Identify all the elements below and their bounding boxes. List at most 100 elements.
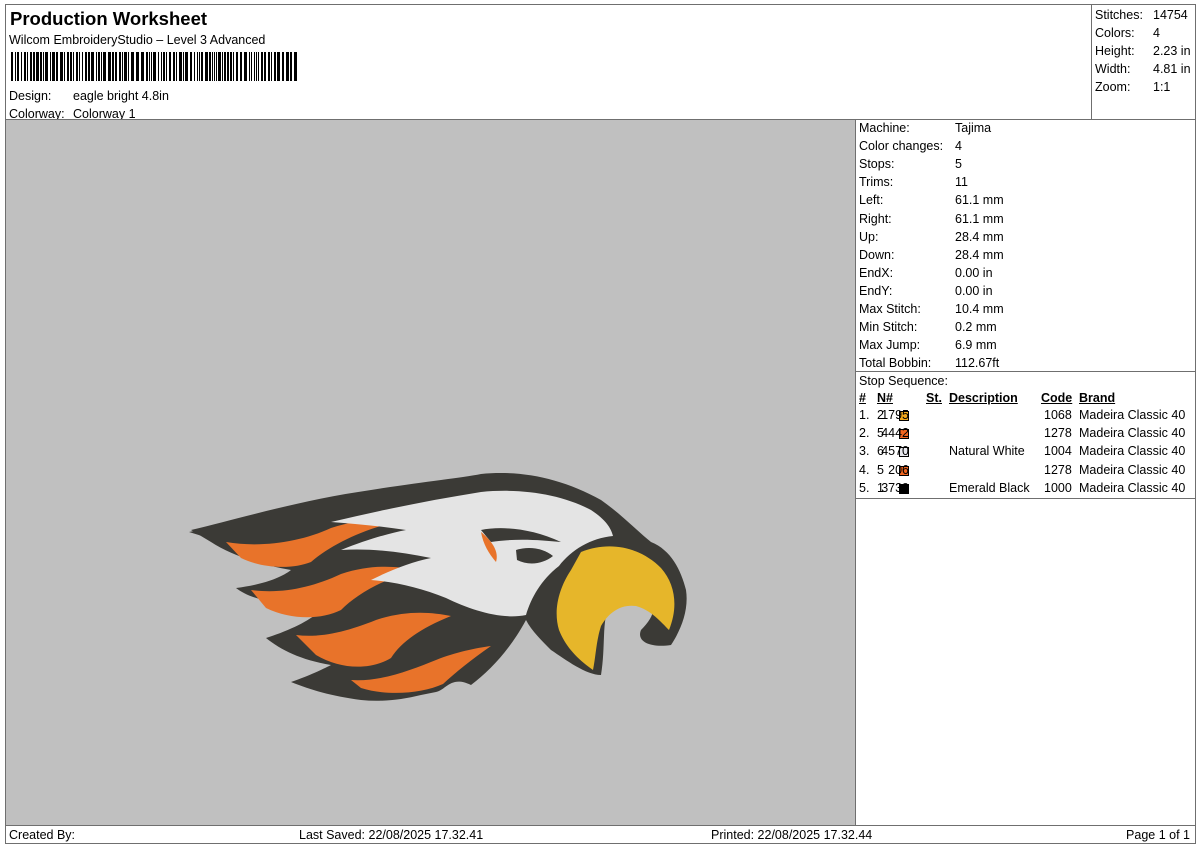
barcode xyxy=(11,52,297,81)
stop-code: 1004 xyxy=(1044,444,1072,459)
barcode-bar xyxy=(224,52,226,81)
barcode-bar xyxy=(294,52,297,81)
summary-value: 2.23 in xyxy=(1153,44,1191,58)
software-name: Wilcom EmbroideryStudio – Level 3 Advanc… xyxy=(9,33,266,47)
col-n-header: N# xyxy=(877,391,893,405)
barcode-bar xyxy=(50,52,51,81)
machine-info-label: Trims: xyxy=(859,175,894,190)
stop-brand: Madeira Classic 40 xyxy=(1079,480,1186,495)
printed-date: Printed: 22/08/2025 17.32.44 xyxy=(711,828,873,842)
summary-height: Height: 2.23 in xyxy=(1095,44,1191,58)
machine-info-row: Max Jump: 6.9 mm xyxy=(859,338,997,352)
barcode-bar xyxy=(33,52,35,81)
barcode-bar xyxy=(173,52,175,81)
summary-label: Width: xyxy=(1095,62,1131,76)
last-saved: Last Saved: 22/08/2025 17.32.41 xyxy=(299,828,484,842)
stop-sequence-row: 5. 1 3739 Emerald Black 1000 Madeira Classic … xyxy=(856,481,1196,499)
barcode-bar xyxy=(233,52,234,81)
summary-zoom: Zoom: 1:1 xyxy=(1095,80,1170,94)
barcode-bar xyxy=(15,52,16,81)
summary-value: 14754 xyxy=(1153,8,1188,22)
barcode-bar xyxy=(258,52,259,81)
machine-info-value: 10.4 mm xyxy=(955,302,1004,316)
machine-info-value: 61.1 mm xyxy=(955,211,1004,226)
barcode-bar xyxy=(40,52,42,81)
stop-stitches: 3739 xyxy=(881,480,909,495)
barcode-bar xyxy=(163,52,165,81)
machine-info-row: Right: 61.1 mm xyxy=(859,212,1004,226)
barcode-bar xyxy=(11,52,13,81)
stop-num: 4. xyxy=(859,462,870,477)
barcode-bar xyxy=(254,52,255,81)
barcode-bar xyxy=(131,52,134,81)
machine-info-label: Left: xyxy=(859,193,884,208)
barcode-bar xyxy=(45,52,48,81)
stop-num: 1. xyxy=(859,408,870,422)
col-st-header: St. xyxy=(926,391,942,405)
barcode-bar xyxy=(205,52,208,81)
barcode-bar xyxy=(158,52,159,81)
barcode-bar xyxy=(151,52,152,81)
barcode-bar xyxy=(146,52,148,81)
machine-info-panel: Machine: Tajima Color changes: 4 Stops: 5 Trim… xyxy=(855,119,1196,826)
barcode-bar xyxy=(115,52,117,81)
barcode-bar xyxy=(194,52,195,81)
page-number: Page 1 of 1 xyxy=(1126,828,1190,842)
col-brand-header: Brand xyxy=(1079,391,1116,405)
machine-info-label: Min Stitch: xyxy=(859,320,918,335)
worksheet-header: Production Worksheet Wilcom EmbroiderySt… xyxy=(5,4,1092,121)
machine-info-row: Stops: 5 xyxy=(859,157,962,171)
barcode-bar xyxy=(91,52,94,81)
barcode-bar xyxy=(214,52,215,81)
barcode-bar xyxy=(190,52,192,81)
machine-info-row: Min Stitch: 0.2 mm xyxy=(859,320,997,334)
machine-info-value: 28.4 mm xyxy=(955,229,1004,244)
barcode-bar xyxy=(119,52,121,81)
stop-brand: Madeira Classic 40 xyxy=(1079,444,1186,459)
stop-code: 1278 xyxy=(1044,462,1072,477)
machine-info-value: 0.00 in xyxy=(955,283,993,298)
machine-info-row: Machine: Tajima xyxy=(859,121,991,135)
barcode-bar xyxy=(128,52,129,81)
barcode-bar xyxy=(52,52,55,81)
stop-brand: Madeira Classic 40 xyxy=(1079,426,1186,441)
machine-info-label: EndX: xyxy=(859,265,894,280)
barcode-bar xyxy=(268,52,270,81)
summary-colors: Colors: 4 xyxy=(1095,26,1160,40)
stop-num: 3. xyxy=(859,444,870,459)
barcode-bar xyxy=(70,52,72,81)
divider xyxy=(856,498,1195,499)
machine-info-row: Max Stitch: 10.4 mm xyxy=(859,302,1004,316)
machine-info-value: 11 xyxy=(955,175,968,190)
summary-value: 4.81 in xyxy=(1153,62,1191,76)
barcode-bar xyxy=(122,52,123,81)
barcode-bar xyxy=(108,52,111,81)
barcode-bar xyxy=(17,52,19,81)
barcode-bar xyxy=(96,52,97,81)
barcode-bar xyxy=(183,52,184,81)
machine-info-label: Color changes: xyxy=(859,139,944,154)
barcode-bar xyxy=(141,52,144,81)
barcode-bar xyxy=(286,52,289,81)
barcode-bar xyxy=(60,52,63,81)
barcode-bar xyxy=(24,52,26,81)
barcode-bar xyxy=(277,52,280,81)
col-description-header: Description xyxy=(949,391,1018,405)
stop-stitches: 206 xyxy=(888,462,909,477)
barcode-bar xyxy=(124,52,127,81)
machine-info-row: Down: 28.4 mm xyxy=(859,248,1004,262)
machine-info-label: Stops: xyxy=(859,157,895,172)
machine-info-label: Up: xyxy=(859,229,879,244)
barcode-bar xyxy=(98,52,100,81)
machine-info-value: 61.1 mm xyxy=(955,193,1004,208)
machine-info-label: Max Jump: xyxy=(859,338,921,353)
barcode-bar xyxy=(251,52,252,81)
barcode-bar xyxy=(76,52,78,81)
design-summary: Stitches: 14754 Colors: 4 Height: 2.23 in W… xyxy=(1091,4,1196,120)
barcode-bar xyxy=(240,52,242,81)
design-preview[interactable] xyxy=(5,119,856,826)
barcode-bar xyxy=(169,52,171,81)
col-num-header: # xyxy=(859,391,866,405)
machine-info-row: Color changes: 4 xyxy=(859,139,962,153)
barcode-bar xyxy=(197,52,198,81)
